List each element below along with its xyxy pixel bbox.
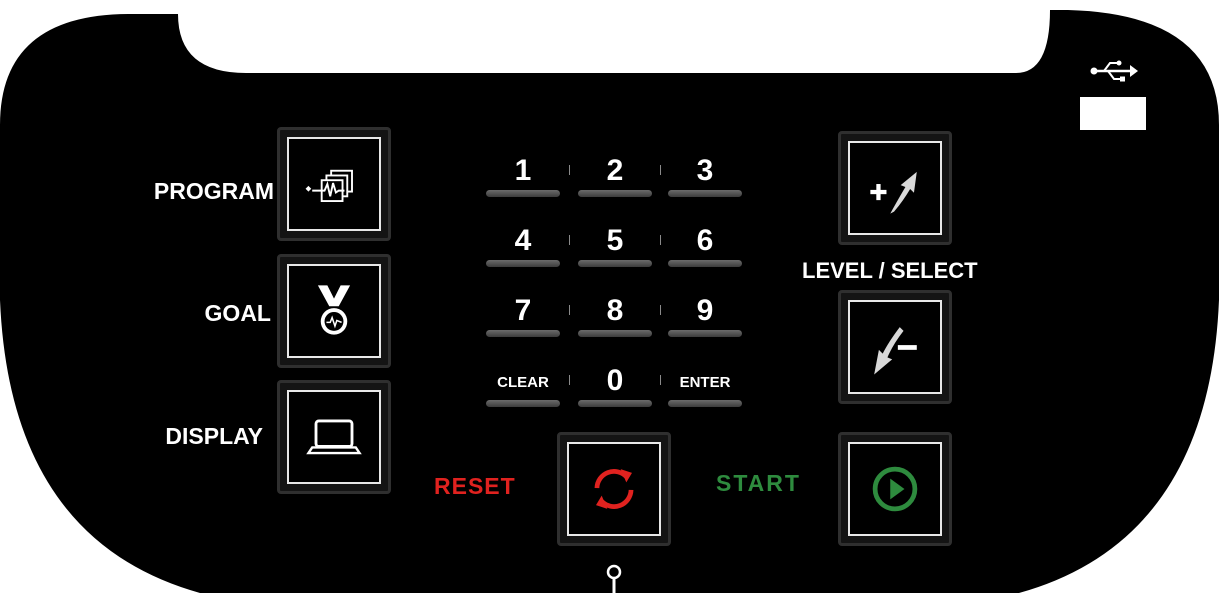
minus-arrow-down-icon	[874, 327, 917, 375]
key-enter[interactable]: ENTER	[660, 362, 750, 420]
key-4[interactable]: 4	[478, 222, 568, 280]
heart-chart-icon	[305, 169, 353, 202]
key-7[interactable]: 7	[478, 292, 568, 350]
key-separator	[660, 165, 661, 175]
plus-arrow-up-icon	[870, 171, 917, 214]
level-down-button[interactable]	[838, 290, 952, 404]
goal-label: GOAL	[204, 300, 271, 326]
key-separator	[660, 375, 661, 385]
key-6[interactable]: 6	[660, 222, 750, 280]
start-button[interactable]	[838, 432, 952, 546]
program-label: PROGRAM	[153, 178, 274, 204]
key-5[interactable]: 5	[570, 222, 660, 280]
reset-button[interactable]	[557, 432, 671, 546]
key-1[interactable]: 1	[478, 152, 568, 210]
key-separator	[569, 375, 570, 385]
key-0[interactable]: 0	[570, 362, 660, 420]
display-button[interactable]	[277, 380, 391, 494]
refresh-icon	[594, 469, 634, 509]
laptop-icon	[306, 419, 362, 455]
usb-icon	[1090, 60, 1138, 82]
level-select-label: LEVEL / SELECT	[802, 258, 978, 283]
key-separator	[569, 305, 570, 315]
goal-button[interactable]	[277, 254, 391, 368]
key-clear[interactable]: CLEAR	[478, 362, 568, 420]
key-9[interactable]: 9	[660, 292, 750, 350]
start-label: START	[716, 470, 801, 496]
key-separator	[660, 235, 661, 245]
key-3[interactable]: 3	[660, 152, 750, 210]
key-separator	[660, 305, 661, 315]
medal-icon	[317, 285, 351, 335]
key-8[interactable]: 8	[570, 292, 660, 350]
key-separator	[569, 165, 570, 175]
program-button[interactable]	[277, 127, 391, 241]
reset-label: RESET	[434, 473, 516, 499]
display-label: DISPLAY	[165, 423, 263, 449]
key-separator	[569, 235, 570, 245]
usb-port[interactable]	[1080, 97, 1146, 130]
key-2[interactable]: 2	[570, 152, 660, 210]
play-icon	[872, 466, 918, 512]
level-up-button[interactable]	[838, 131, 952, 245]
